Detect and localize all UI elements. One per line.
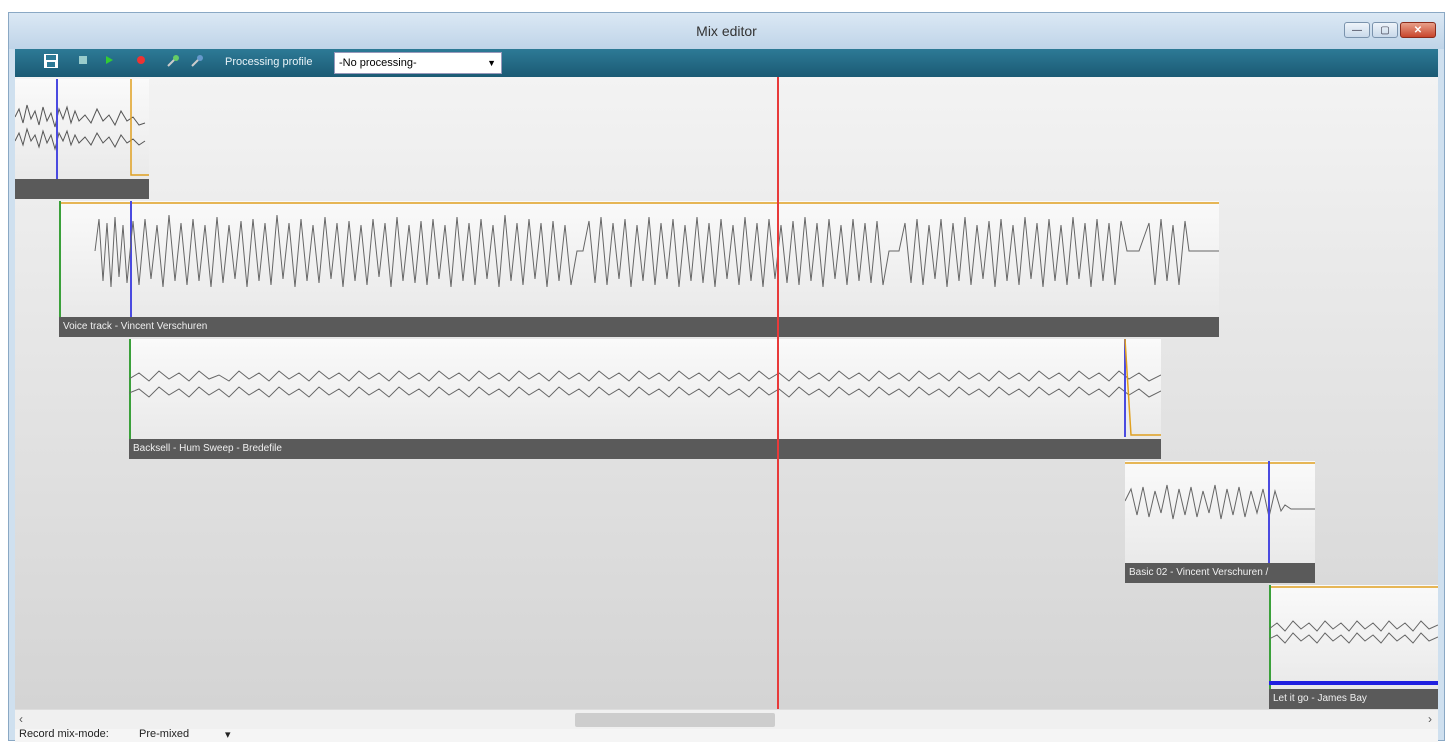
microphone-icon[interactable]	[163, 53, 183, 73]
waveform	[1125, 461, 1315, 563]
play-icon[interactable]	[99, 53, 119, 73]
record-icon[interactable]	[131, 53, 151, 73]
scrollbar-thumb[interactable]	[575, 713, 775, 727]
track-label: Let it go - James Bay	[1269, 689, 1438, 709]
playhead[interactable]	[777, 77, 779, 709]
processing-profile-select[interactable]: -No processing- ▼	[334, 52, 502, 74]
save-icon[interactable]	[41, 53, 61, 73]
track-clip-voice[interactable]: Voice track - Vincent Verschuren	[59, 201, 1219, 337]
window-title: Mix editor	[696, 23, 757, 39]
chevron-down-icon[interactable]: ▾	[225, 728, 231, 741]
record-mix-mode-value[interactable]: Pre-mixed	[139, 728, 189, 740]
toolbar: Processing profile -No processing- ▼	[15, 49, 1438, 77]
timeline-canvas[interactable]: Voice track - Vincent Verschuren Backsel…	[15, 77, 1438, 709]
track-label: Voice track - Vincent Verschuren	[59, 317, 1219, 337]
track-clip-let-it-go[interactable]: Let it go - James Bay	[1269, 585, 1438, 709]
waveform	[59, 201, 1219, 317]
record-mix-mode-label: Record mix-mode:	[19, 728, 109, 740]
track-clip-basic02[interactable]: Basic 02 - Vincent Verschuren /	[1125, 461, 1315, 583]
title-bar: Mix editor — ▢ ✕	[9, 13, 1444, 49]
maximize-button[interactable]: ▢	[1372, 22, 1398, 38]
minimize-button[interactable]: —	[1344, 22, 1370, 38]
waveform	[15, 79, 149, 179]
track-clip-0[interactable]	[15, 79, 149, 199]
processing-profile-label: Processing profile	[225, 56, 313, 68]
horizontal-scrollbar[interactable]: ‹ ›	[15, 709, 1438, 729]
chevron-down-icon: ▼	[487, 58, 496, 68]
waveform	[129, 339, 1161, 439]
track-label	[15, 179, 149, 199]
processing-profile-value: -No processing-	[339, 57, 417, 69]
close-button[interactable]: ✕	[1400, 22, 1436, 38]
track-label: Basic 02 - Vincent Verschuren /	[1125, 563, 1315, 583]
status-bar: Record mix-mode: Pre-mixed ▾	[15, 728, 1438, 742]
track-clip-backsell[interactable]: Backsell - Hum Sweep - Bredefile	[129, 339, 1161, 459]
scroll-right-icon[interactable]: ›	[1428, 712, 1432, 726]
scroll-left-icon[interactable]: ‹	[19, 712, 23, 726]
microphone-icon[interactable]	[187, 53, 207, 73]
mix-editor-window: Mix editor — ▢ ✕ Processing profile -No …	[8, 12, 1445, 742]
stop-icon[interactable]	[73, 53, 93, 73]
waveform	[1269, 585, 1438, 689]
track-label: Backsell - Hum Sweep - Bredefile	[129, 439, 1161, 459]
